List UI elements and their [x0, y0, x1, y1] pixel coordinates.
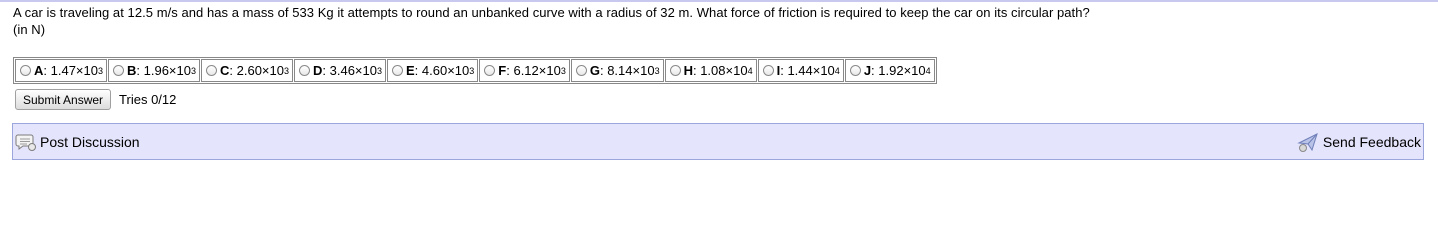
radio-f[interactable]: [484, 65, 496, 76]
choice-h[interactable]: H: 1.08×10 4: [664, 59, 757, 82]
choice-letter: D: [313, 63, 323, 78]
radio-b[interactable]: [113, 65, 124, 76]
choice-value: 3.46×10: [329, 63, 377, 78]
choice-i[interactable]: I: 1.44×10 4: [757, 59, 844, 82]
radio-e[interactable]: [392, 65, 403, 76]
discussion-bubble-icon: [15, 134, 36, 151]
choice-a[interactable]: A: 1.47×10 3: [15, 59, 107, 82]
choice-value: 1.47×10: [50, 63, 98, 78]
tries-counter: Tries 0/12: [119, 92, 177, 107]
choice-letter: C: [220, 63, 230, 78]
choice-d[interactable]: D: 3.46×10 3: [294, 59, 386, 82]
submit-answer-button[interactable]: Submit Answer: [15, 89, 112, 110]
choice-value: 1.92×10: [878, 63, 926, 78]
choice-letter: H: [683, 63, 693, 78]
radio-i[interactable]: [762, 65, 774, 76]
radio-c[interactable]: [206, 65, 217, 76]
choice-f[interactable]: F: 6.12×10 3: [479, 59, 570, 82]
discussion-bar: Post Discussion Send Feedback: [12, 123, 1424, 160]
answer-choices: A: 1.47×10 3 B: 1.96×10 3 C: 2.60×10 3 D: 3…: [13, 57, 937, 84]
send-feedback-link[interactable]: Send Feedback: [1297, 131, 1423, 153]
choice-j[interactable]: J: 1.92×10 4: [844, 59, 935, 82]
choice-letter: F: [498, 63, 507, 78]
choice-letter: E: [406, 63, 415, 78]
question-block: A car is traveling at 12.5 m/s and has a…: [13, 4, 1090, 38]
submit-row: Submit Answer Tries 0/12: [15, 89, 176, 110]
choice-value: 2.60×10: [236, 63, 284, 78]
radio-h[interactable]: [669, 65, 681, 76]
choice-e[interactable]: E: 4.60×10 3: [387, 59, 479, 82]
choice-c[interactable]: C: 2.60×10 3: [201, 59, 293, 82]
choice-value: 1.44×10: [787, 63, 835, 78]
choice-value: 1.96×10: [143, 63, 191, 78]
radio-g[interactable]: [575, 65, 587, 76]
choice-letter: B: [127, 63, 137, 78]
choice-b[interactable]: B: 1.96×10 3: [108, 59, 200, 82]
post-discussion-link[interactable]: Post Discussion: [13, 132, 140, 152]
choice-letter: A: [34, 63, 44, 78]
send-feedback-icon: [1297, 132, 1318, 152]
send-feedback-label: Send Feedback: [1322, 133, 1421, 150]
choice-letter: J: [863, 63, 872, 78]
radio-d[interactable]: [299, 65, 310, 76]
post-discussion-label: Post Discussion: [40, 133, 140, 150]
choice-g[interactable]: G: 8.14×10 3: [570, 59, 664, 82]
top-rule: [0, 0, 1438, 2]
choice-value: 8.14×10: [607, 63, 655, 78]
radio-a[interactable]: [20, 65, 31, 76]
choice-value: 1.08×10: [700, 63, 748, 78]
radio-j[interactable]: [849, 65, 861, 76]
choice-value: 4.60×10: [421, 63, 470, 78]
question-units: (in N): [13, 22, 46, 37]
choice-letter: G: [589, 63, 600, 78]
question-text: A car is traveling at 12.5 m/s and has a…: [13, 5, 1090, 20]
choice-value: 6.12×10: [513, 63, 561, 78]
choice-letter: I: [776, 63, 781, 78]
